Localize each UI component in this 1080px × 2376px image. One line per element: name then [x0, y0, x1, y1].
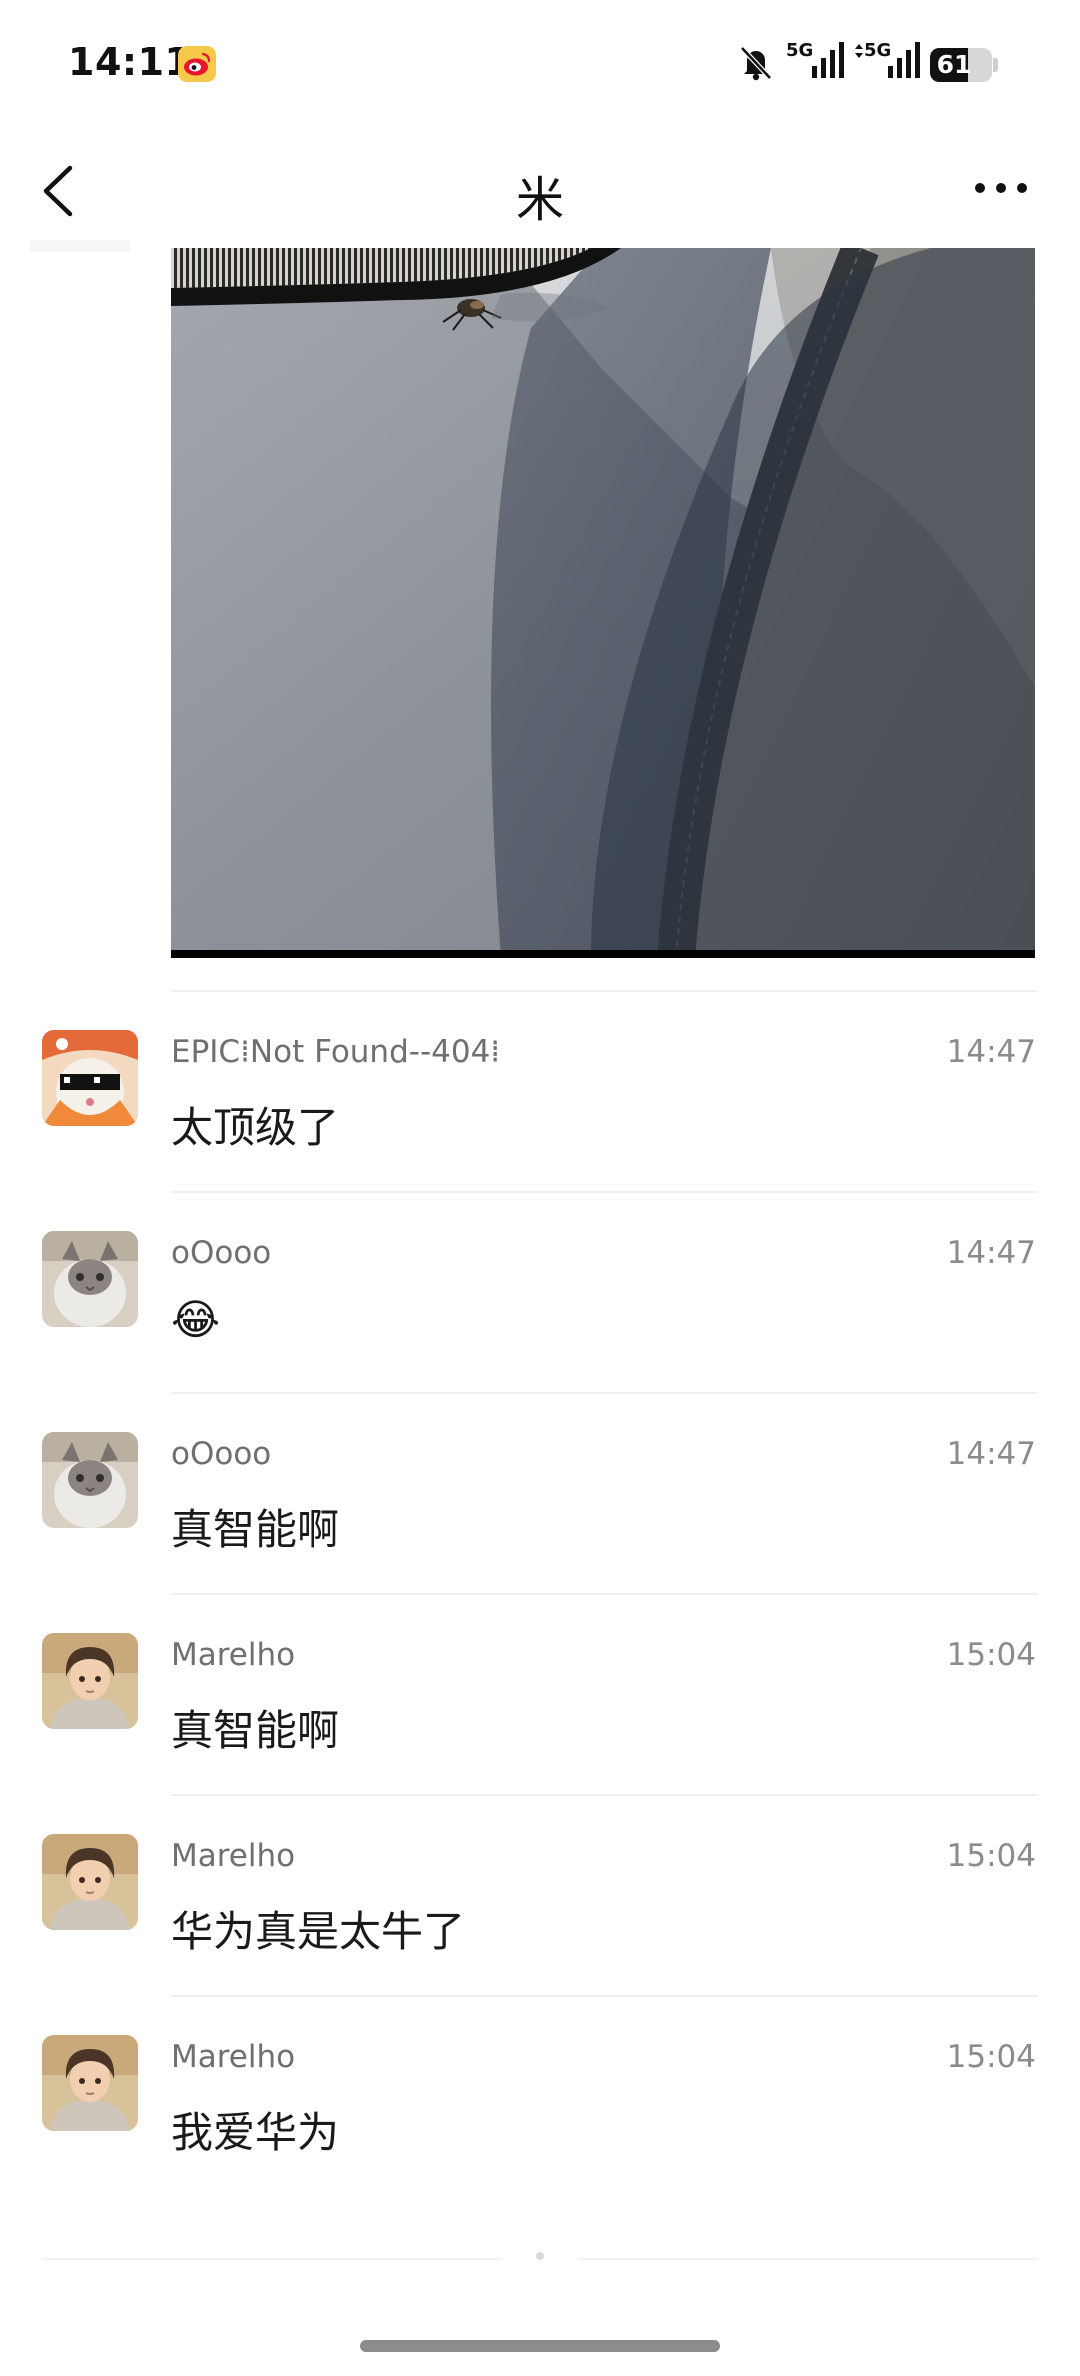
divider [171, 1191, 1038, 1193]
timestamp: 15:04 [946, 1838, 1036, 1874]
divider [171, 1593, 1038, 1595]
status-bar: 14:11 5G 5G 61 [0, 0, 1080, 130]
timestamp: 15:04 [946, 2039, 1036, 2075]
page-title: 米 [515, 172, 564, 228]
username[interactable]: Marelho [171, 1838, 295, 1874]
network-label: 5G [864, 40, 892, 61]
avatar[interactable] [42, 1231, 138, 1327]
home-indicator[interactable] [360, 2340, 720, 2352]
comment-text: 我爱华为 [171, 2108, 340, 2157]
comment-text: 😂 [171, 1295, 221, 1344]
weibo-icon [178, 46, 216, 82]
comment-text: 太顶级了 [171, 1103, 340, 1152]
more-dots-icon [975, 183, 1027, 193]
timestamp: 14:47 [946, 1034, 1036, 1070]
comment-text: 华为真是太牛了 [171, 1907, 466, 1956]
mute-bell-icon [740, 46, 772, 81]
username[interactable]: Marelho [171, 2039, 295, 2075]
divider [42, 2258, 502, 2260]
avatar[interactable] [42, 1432, 138, 1528]
faded-text [30, 240, 130, 252]
username[interactable]: Marelho [171, 1637, 295, 1673]
divider [171, 1995, 1038, 1997]
divider [171, 1392, 1038, 1394]
comment-row[interactable]: EPIC⁞Not Found--404⁞ 14:47 太顶级了 [0, 990, 1080, 1194]
avatar[interactable] [42, 1633, 138, 1729]
more-button[interactable] [966, 168, 1036, 208]
comment-row[interactable]: oOooo 14:47 😂 [0, 1191, 1080, 1395]
battery-icon: 61 [930, 48, 998, 82]
car-dashboard-fly-photo [171, 248, 1035, 958]
comment-text: 真智能啊 [171, 1706, 340, 1755]
timestamp: 14:47 [946, 1436, 1036, 1472]
username[interactable]: oOooo [171, 1436, 271, 1472]
signal-icon: 5G [852, 40, 938, 84]
username[interactable]: oOooo [171, 1235, 271, 1271]
comment-row[interactable]: Marelho 15:04 我爱华为 [0, 1995, 1080, 2199]
battery-level: 61 [936, 50, 972, 79]
page-indicator-dot [536, 2252, 544, 2260]
timestamp: 15:04 [946, 1637, 1036, 1673]
username[interactable]: EPIC⁞Not Found--404⁞ [171, 1034, 500, 1070]
status-time: 14:11 [68, 40, 192, 84]
comment-row[interactable]: Marelho 15:04 华为真是太牛了 [0, 1794, 1080, 1998]
network-label: 5G [786, 40, 814, 61]
nav-bar: 米 [0, 130, 1080, 250]
avatar[interactable] [42, 2035, 138, 2131]
timestamp: 14:47 [946, 1235, 1036, 1271]
avatar[interactable] [42, 1030, 138, 1126]
divider [171, 990, 1038, 992]
comment-text: 真智能啊 [171, 1505, 340, 1554]
divider [171, 1794, 1038, 1796]
avatar[interactable] [42, 1834, 138, 1930]
comment-row[interactable]: Marelho 15:04 真智能啊 [0, 1593, 1080, 1797]
post-image[interactable] [171, 248, 1035, 958]
divider [578, 2258, 1038, 2260]
comment-row[interactable]: oOooo 14:47 真智能啊 [0, 1392, 1080, 1596]
